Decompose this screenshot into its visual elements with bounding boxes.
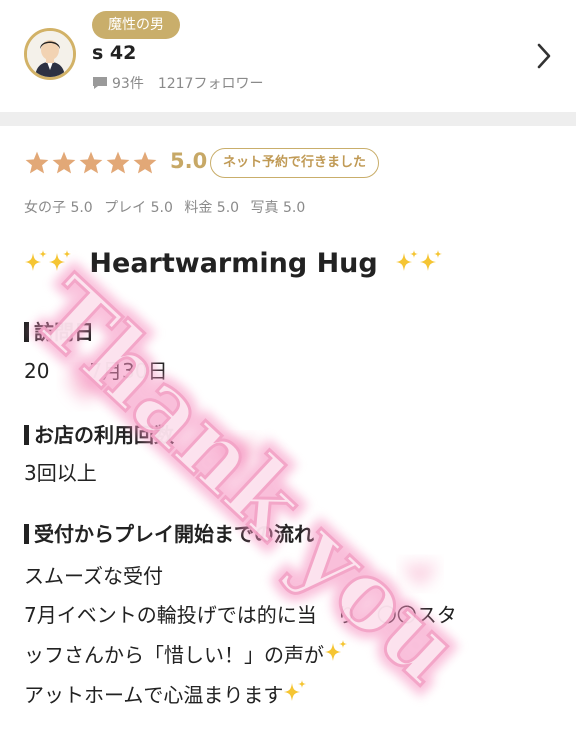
- rating-photo: 写真 5.0: [250, 200, 306, 216]
- sparkle-icon: [49, 250, 71, 271]
- flow-line: ッフさんから「惜しい！」の声が: [24, 639, 348, 668]
- flow-line: スムーズな受付: [24, 564, 163, 588]
- rating-girl: 女の子 5.0: [24, 200, 93, 216]
- rating-price: 料金 5.0: [184, 200, 240, 216]
- visit-date-label: 訪問日: [34, 320, 94, 344]
- flow-line: 7月イベントの輪投げでは的に当 り 〇〇スタ: [24, 603, 457, 627]
- usage-label: お店の利用回数: [34, 423, 174, 447]
- heading-bar: [24, 524, 29, 544]
- heart-icon: [219, 439, 257, 470]
- sparkle-icon: [325, 640, 347, 661]
- reviewer-header[interactable]: 魔性の男 s 42 93件 1217フォロワー: [0, 0, 576, 112]
- review-title-text: Heartwarming Hug: [89, 248, 378, 279]
- usage-heading: お店の利用回数: [24, 419, 174, 448]
- comment-icon: [93, 77, 107, 89]
- sparkle-icon: [284, 680, 307, 701]
- sparkle-icon: [396, 250, 419, 271]
- follower-count: 1217フォロワー: [157, 76, 264, 92]
- usage-value: 3回以上: [24, 461, 97, 485]
- visit-date-heading: 訪問日: [24, 316, 94, 345]
- heart-icon: [405, 562, 435, 586]
- heading-bar: [24, 322, 29, 342]
- heading-bar: [24, 425, 29, 445]
- star-icon: [79, 151, 103, 174]
- chevron-right-icon[interactable]: [536, 42, 552, 70]
- flow-line-text: ッフさんから「惜しい！」の声が: [24, 643, 324, 667]
- sub-ratings: 女の子 5.0 プレイ 5.0 料金 5.0 写真 5.0: [24, 197, 312, 217]
- section-divider: [0, 112, 576, 126]
- net-reservation-badge: ネット予約で行きました: [210, 148, 380, 178]
- star-rating: [24, 150, 159, 176]
- star-icon: [133, 151, 157, 174]
- rating-score: 5.0: [170, 149, 208, 173]
- star-icon: [52, 151, 76, 174]
- star-icon: [106, 151, 130, 174]
- avatar[interactable]: [24, 28, 76, 80]
- sparkle-icon: [25, 250, 47, 271]
- review-count: 93件: [112, 76, 144, 92]
- username[interactable]: s 42: [92, 42, 136, 64]
- rank-badge: 魔性の男: [92, 11, 180, 39]
- sparkle-icon: [420, 250, 443, 271]
- flow-line-text: アットホームで心温まります: [24, 683, 284, 707]
- rating-play: プレイ 5.0: [104, 200, 173, 216]
- flow-heading: 受付からプレイ開始までの流れ: [24, 518, 314, 547]
- review-title: Heartwarming Hug: [24, 248, 443, 279]
- reviewer-meta: 93件 1217フォロワー: [92, 73, 263, 93]
- flow-label: 受付からプレイ開始までの流れ: [34, 522, 314, 546]
- star-icon: [25, 151, 49, 174]
- avatar-icon: [27, 31, 73, 77]
- visit-date-value: 20 7月30日: [24, 359, 168, 383]
- flow-line: アットホームで心温まります: [24, 679, 307, 708]
